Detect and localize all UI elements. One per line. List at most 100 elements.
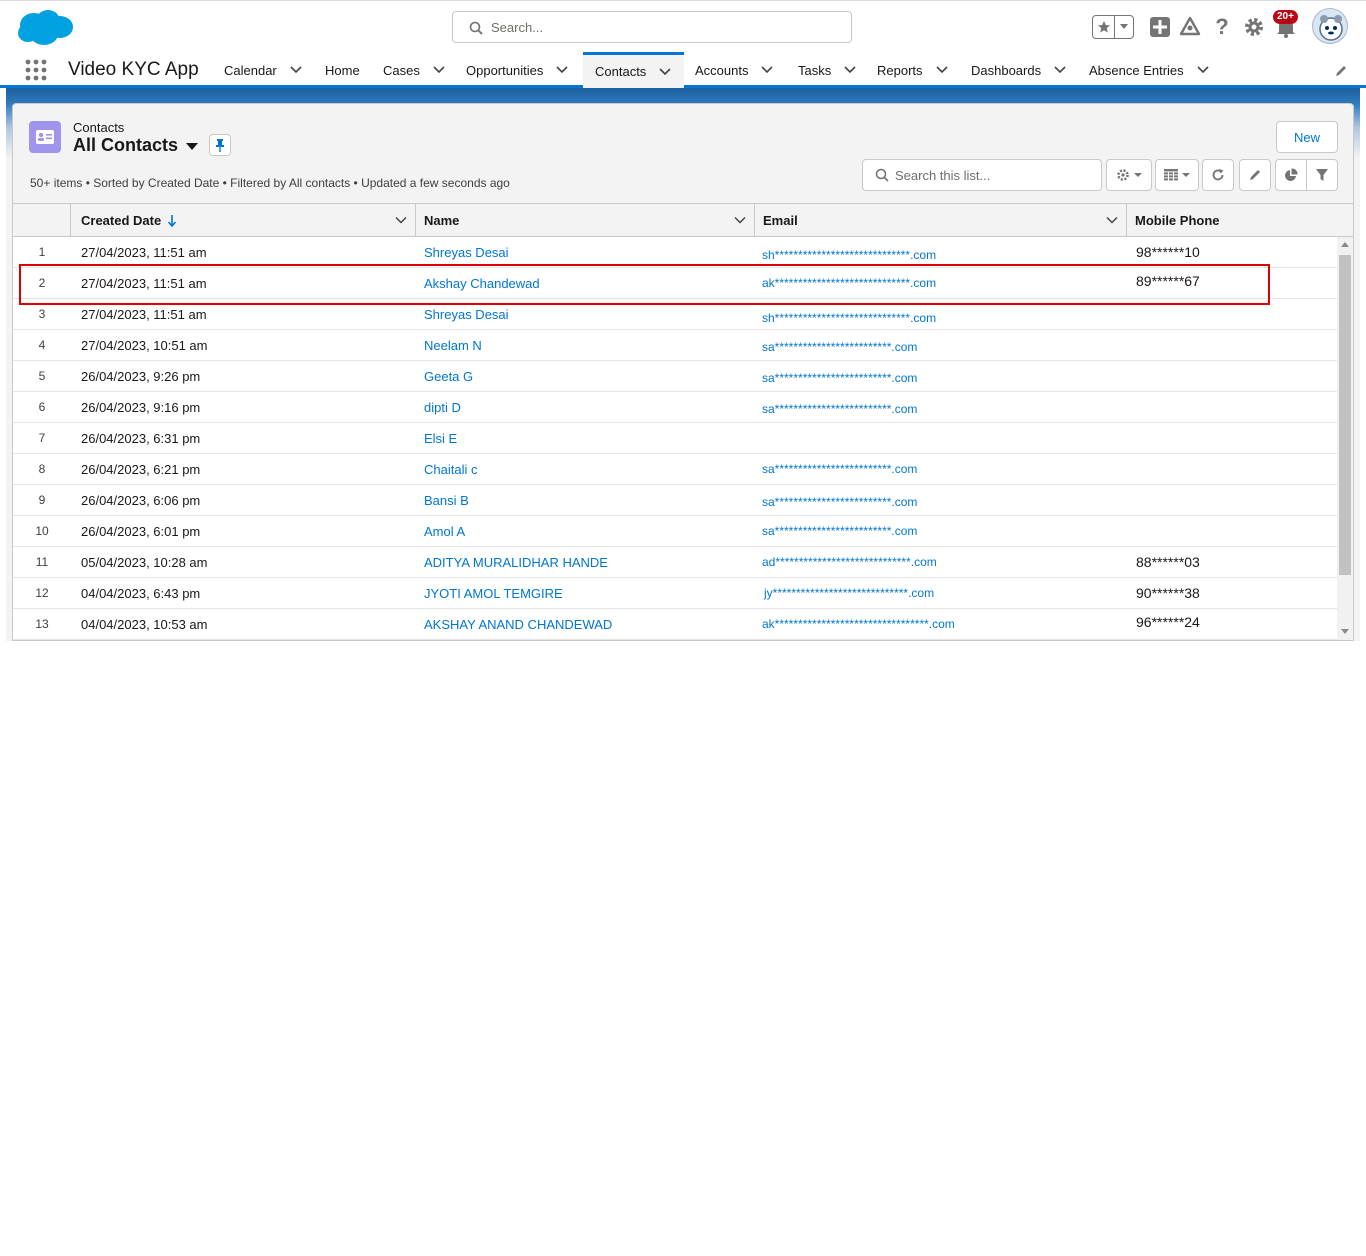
user-avatar[interactable] (1312, 8, 1348, 44)
contact-name-link[interactable]: ADITYA MURALIDHAR HANDE (424, 547, 608, 577)
list-view-name: All Contacts (73, 135, 179, 155)
pin-list-button[interactable] (209, 134, 231, 156)
contact-email-link[interactable]: sa*************************.com (762, 454, 917, 484)
contact-email-link[interactable]: sa*************************.com (762, 363, 917, 393)
created-date: 26/04/2023, 9:16 pm (81, 399, 201, 415)
help-button[interactable]: ? (1208, 13, 1236, 41)
contact-name-link[interactable]: Geeta G (424, 361, 473, 391)
nav-item-dashboards[interactable]: Dashboards (971, 52, 1067, 88)
table-row: 13 04/04/2023, 10:53 am AKSHAY ANAND CHA… (13, 609, 1337, 640)
column-header-email[interactable]: Email (755, 204, 1127, 237)
row-number: 4 (38, 338, 46, 352)
contact-email-link[interactable]: ak*********************************.com (762, 609, 955, 639)
contact-email-link[interactable]: sa*************************.com (762, 394, 917, 424)
setup-button[interactable] (1240, 13, 1268, 41)
chevron-down-icon[interactable] (843, 63, 857, 77)
table-row: 4 27/04/2023, 10:51 am Neelam N sa******… (13, 330, 1337, 361)
table-row: 6 26/04/2023, 9:16 pm dipti D sa********… (13, 392, 1337, 423)
chevron-down-icon[interactable] (1106, 214, 1118, 226)
list-view-selector[interactable]: All Contacts (73, 135, 199, 156)
app-name: Video KYC App (68, 59, 199, 80)
trailhead-button[interactable] (1176, 13, 1204, 41)
contact-name-link[interactable]: Bansi B (424, 485, 469, 515)
nav-item-calendar[interactable]: Calendar (224, 52, 303, 88)
table-row: 5 26/04/2023, 9:26 pm Geeta G sa********… (13, 361, 1337, 392)
table-row: 10 26/04/2023, 6:01 pm Amol A sa********… (13, 516, 1337, 547)
nav-item-tasks[interactable]: Tasks (798, 52, 857, 88)
refresh-button[interactable] (1202, 159, 1234, 191)
chevron-down-icon[interactable] (395, 214, 407, 226)
table-icon (1164, 169, 1178, 181)
chevron-down-icon[interactable] (289, 63, 303, 77)
chevron-down-icon[interactable] (432, 63, 446, 77)
created-date: 26/04/2023, 6:21 pm (81, 461, 201, 477)
contact-name-link[interactable]: Shreyas Desai (424, 237, 509, 267)
contact-object-icon (29, 121, 61, 153)
column-header-name[interactable]: Name (416, 204, 755, 237)
nav-item-accounts[interactable]: Accounts (695, 52, 774, 88)
global-search[interactable] (452, 11, 852, 43)
inline-edit-button[interactable] (1239, 159, 1271, 191)
chevron-down-icon[interactable] (734, 214, 746, 226)
favorites-menu-button[interactable] (1115, 16, 1133, 38)
charts-button[interactable] (1275, 159, 1307, 191)
created-date: 26/04/2023, 6:06 pm (81, 492, 201, 508)
list-search-input[interactable] (895, 160, 1095, 190)
contact-name-link[interactable]: Neelam N (424, 330, 482, 360)
favorites-star-button[interactable] (1093, 16, 1115, 38)
row-number: 8 (38, 462, 46, 476)
table-row: 7 26/04/2023, 6:31 pm Elsi E (13, 423, 1337, 454)
list-settings-button[interactable] (1106, 159, 1152, 191)
app-launcher-icon[interactable] (24, 58, 48, 82)
nav-item-opportunities[interactable]: Opportunities (466, 52, 569, 88)
contact-name-link[interactable]: dipti D (424, 392, 461, 422)
column-header-created-date[interactable]: Created Date (71, 204, 416, 237)
search-icon (469, 21, 483, 35)
filter-button[interactable] (1306, 159, 1338, 191)
trailhead-icon (1179, 16, 1201, 36)
scroll-down-arrow-icon[interactable] (1341, 627, 1349, 635)
global-actions-button[interactable] (1146, 13, 1174, 41)
row-number: 13 (35, 617, 49, 631)
chevron-down-icon[interactable] (658, 65, 672, 79)
chevron-down-icon[interactable] (1053, 63, 1067, 77)
contact-email-link[interactable]: sa*************************.com (762, 487, 917, 517)
mobile-phone: 88******03 (1136, 554, 1200, 570)
global-search-input[interactable] (491, 12, 841, 42)
help-icon: ? (1215, 14, 1229, 39)
scroll-up-arrow-icon[interactable] (1341, 241, 1349, 249)
nav-item-contacts[interactable]: Contacts (583, 52, 684, 88)
table-row: 8 26/04/2023, 6:21 pm Chaitali c sa*****… (13, 454, 1337, 485)
chevron-down-icon[interactable] (555, 63, 569, 77)
contact-name-link[interactable]: JYOTI AMOL TEMGIRE (424, 578, 563, 608)
salesforce-logo[interactable] (16, 7, 74, 47)
chevron-down-icon[interactable] (760, 63, 774, 77)
list-search[interactable] (862, 159, 1102, 191)
table-header: Created Date Name Email Mobile Phone (13, 204, 1353, 237)
contact-name-link[interactable]: Amol A (424, 516, 465, 546)
edit-nav-pencil-icon[interactable] (1334, 64, 1348, 78)
contact-email-link[interactable]: ad*****************************.com (762, 547, 937, 577)
nav-item-cases[interactable]: Cases (383, 52, 446, 88)
new-contact-button[interactable]: New (1276, 121, 1338, 153)
scrollbar-thumb[interactable] (1339, 255, 1351, 575)
contact-email-link[interactable]: sa*************************.com (762, 332, 917, 362)
chevron-down-icon[interactable] (1196, 63, 1210, 77)
display-as-button[interactable] (1155, 159, 1199, 191)
table-scrollbar[interactable] (1337, 237, 1353, 640)
column-header-mobile-phone[interactable]: Mobile Phone (1127, 204, 1353, 237)
contact-name-link[interactable]: Elsi E (424, 423, 457, 453)
contact-email-link[interactable]: sa*************************.com (762, 516, 917, 546)
contact-email-link[interactable]: jy*****************************.com (764, 578, 934, 608)
contact-email-link[interactable]: sh*****************************.com (762, 303, 936, 333)
nav-item-reports[interactable]: Reports (877, 52, 949, 88)
row-number: 6 (38, 400, 46, 414)
nav-item-home[interactable]: Home (325, 52, 360, 88)
contact-name-link[interactable]: AKSHAY ANAND CHANDEWAD (424, 609, 612, 639)
nav-item-absence-entries[interactable]: Absence Entries (1089, 52, 1210, 88)
contact-name-link[interactable]: Chaitali c (424, 454, 477, 484)
chevron-down-icon[interactable] (935, 63, 949, 77)
caret-down-icon (186, 142, 199, 150)
notification-badge: 20+ (1273, 10, 1298, 24)
object-label: Contacts (73, 120, 125, 135)
